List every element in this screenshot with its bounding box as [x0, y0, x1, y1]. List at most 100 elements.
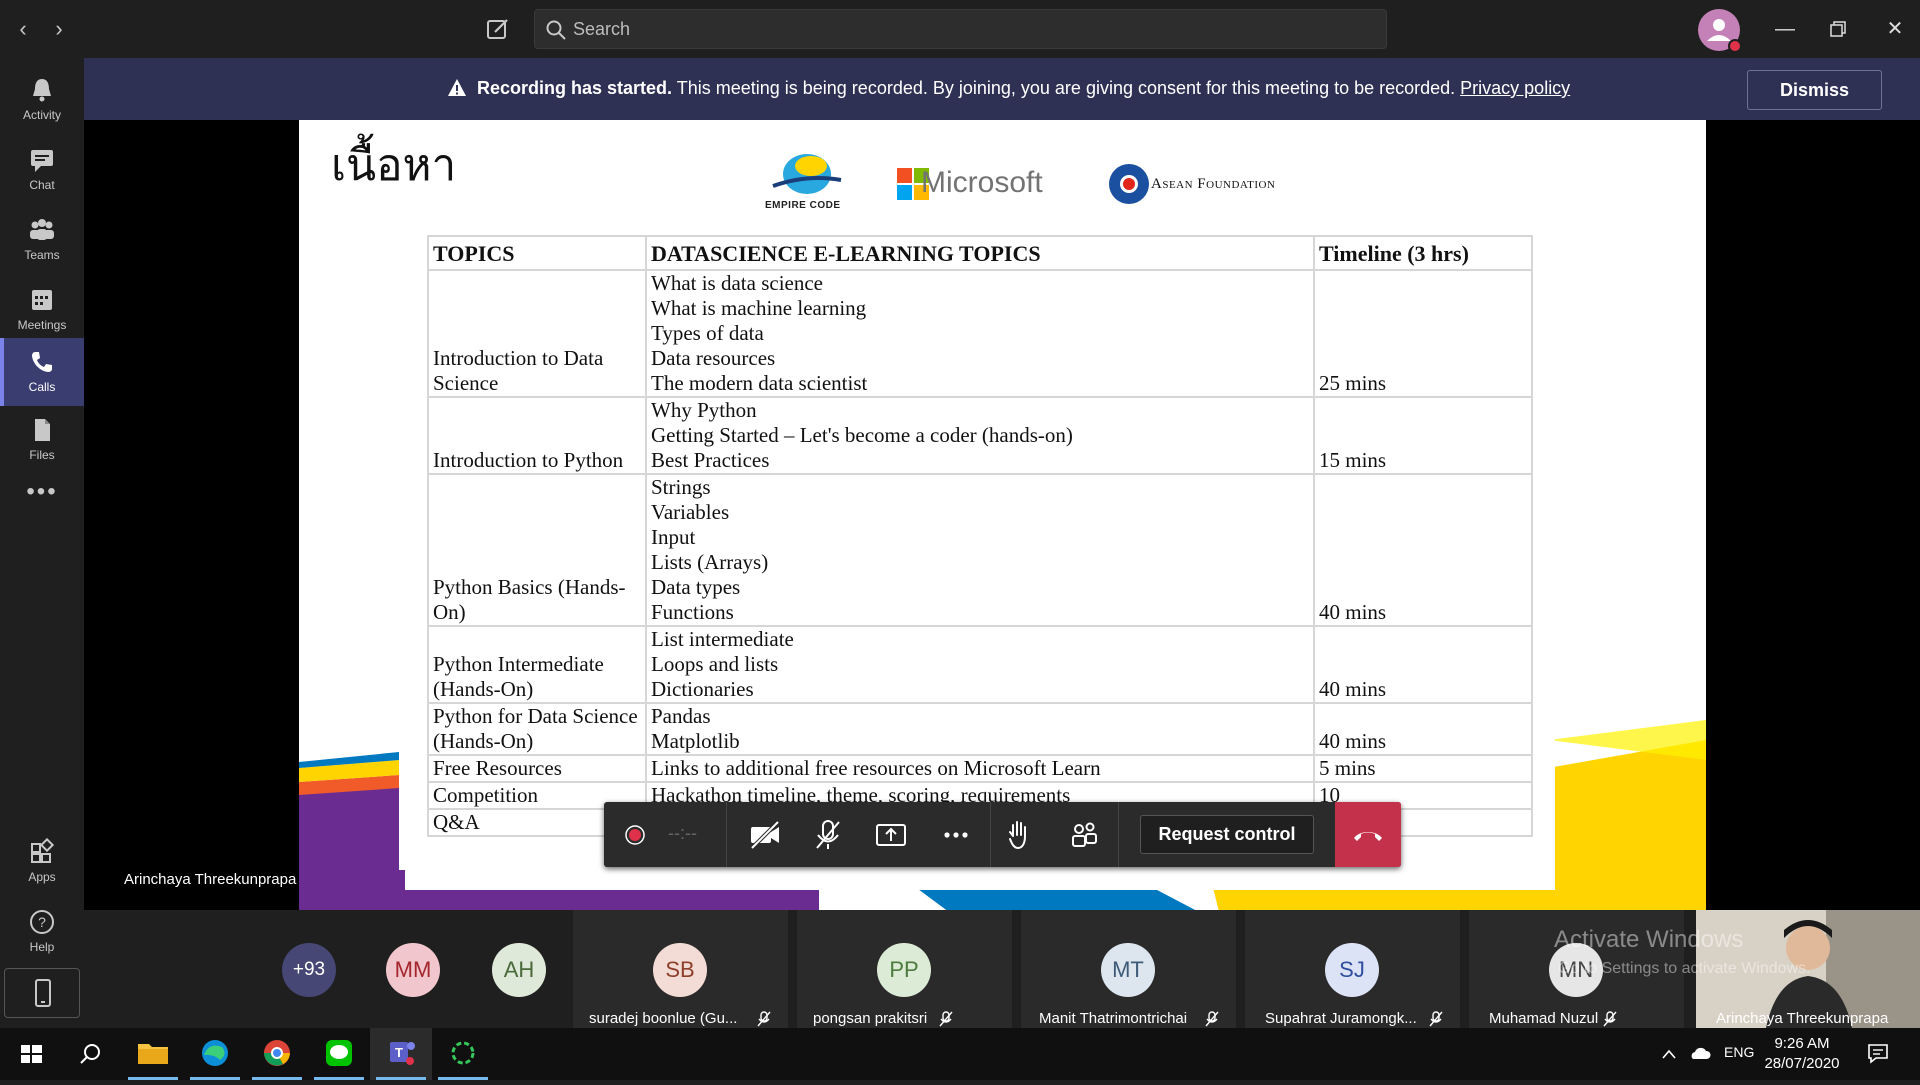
microsoft-wordmark: Microsoft [921, 166, 1043, 199]
participant-tile[interactable]: PP pongsan prakitsri [797, 910, 1012, 1028]
rail-item-activity[interactable]: Activity [0, 66, 84, 134]
chat-icon [31, 150, 53, 172]
rail-item-files[interactable]: Files [0, 406, 84, 474]
muted-mic-icon [1603, 1011, 1617, 1027]
taskbar-chrome[interactable] [246, 1028, 308, 1080]
compose-icon[interactable] [485, 16, 513, 44]
camera-off-button[interactable] [746, 816, 784, 854]
taskbar-recorder[interactable] [432, 1028, 494, 1080]
warning-icon [448, 79, 466, 96]
raise-hand-icon [1009, 821, 1026, 850]
content-cell: List intermediate Loops and lists Dictiona… [645, 625, 1315, 704]
app-rail: Activity Chat Teams Meetings Calls Files… [0, 58, 84, 1028]
participant-name: Manit Thatrimontrichai [1039, 1010, 1188, 1027]
mic-off-button[interactable] [809, 816, 847, 854]
language-indicator[interactable]: ENG [1724, 1044, 1754, 1060]
clock-date: 28/07/2020 [1764, 1055, 1840, 1072]
chevron-up-icon[interactable] [1660, 1046, 1678, 1062]
back-arrow-icon[interactable]: ‹ [10, 16, 36, 42]
content-item: Strings [651, 475, 711, 499]
taskbar-search-button[interactable] [60, 1028, 122, 1080]
rail-item-more[interactable]: ••• [0, 468, 84, 518]
table-body: Introduction to Data Science What is data… [427, 269, 1533, 837]
restore-icon[interactable] [1823, 14, 1853, 44]
search-icon [80, 1044, 100, 1064]
content-item: Functions [651, 600, 734, 624]
rail-item-apps[interactable]: Apps [0, 828, 84, 896]
column-header-topics: TOPICS [427, 235, 647, 271]
clock-time: 9:26 AM [1774, 1035, 1830, 1052]
participant-tile[interactable]: MT Manit Thatrimontrichai [1021, 910, 1236, 1028]
rail-item-meetings[interactable]: Meetings [0, 276, 84, 344]
close-icon[interactable]: ✕ [1880, 14, 1910, 44]
sponsor-logos: EMPIRE CODE Microsoft Asean Foundation [759, 152, 1319, 212]
participant-avatar-small[interactable]: MM [386, 943, 440, 997]
taskbar-edge[interactable] [184, 1028, 246, 1080]
windows-taskbar: T ENG 9:26 AM 28/07/2020 [0, 1028, 1920, 1080]
minimize-icon[interactable]: — [1770, 14, 1800, 44]
participant-name: pongsan prakitsri [813, 1010, 928, 1027]
clock[interactable]: 9:26 AM 28/07/2020 [1752, 1034, 1852, 1074]
rail-item-teams[interactable]: Teams [0, 206, 84, 274]
content-item: Links to additional free resources on Mi… [651, 756, 1101, 780]
hang-up-button[interactable] [1335, 802, 1401, 867]
participant-name: Supahrat Juramongk... [1265, 1010, 1417, 1027]
asean-foundation-logo [1109, 164, 1149, 204]
more-icon [944, 832, 968, 838]
content-cell: Why Python Getting Started – Let's become… [645, 396, 1315, 475]
column-header-elearning-topics: DATASCIENCE E-LEARNING TOPICS [645, 235, 1315, 271]
notifications-icon[interactable] [1866, 1042, 1890, 1064]
content-item: Matplotlib [651, 729, 740, 753]
content-cell: Strings Variables Input Lists (Arrays) Data … [645, 473, 1315, 627]
forward-arrow-icon[interactable]: › [46, 16, 72, 42]
participants-overflow-badge[interactable]: +93 [282, 943, 336, 997]
share-button[interactable] [872, 816, 910, 854]
slide-title: เนื้อหา [331, 140, 457, 191]
rail-item-help[interactable]: ? Help [0, 898, 84, 966]
topic-cell: Introduction to Data Science [427, 269, 647, 398]
presenter-name: Arinchaya Threekunprapa [124, 871, 297, 888]
device-settings-button[interactable] [4, 968, 80, 1018]
dismiss-button[interactable]: Dismiss [1747, 70, 1882, 110]
content-item: List intermediate [651, 627, 794, 651]
rail-item-calls[interactable]: Calls [0, 338, 84, 406]
onedrive-cloud-icon[interactable] [1688, 1044, 1712, 1062]
request-control-button[interactable]: Request control [1140, 815, 1314, 854]
privacy-policy-link[interactable]: Privacy policy [1460, 78, 1570, 98]
raise-hand-button[interactable] [1000, 816, 1038, 854]
rail-item-label: Activity [22, 108, 61, 122]
help-icon: ? [30, 910, 54, 934]
search-placeholder: Search [573, 19, 631, 39]
svg-text:T: T [395, 1045, 403, 1060]
topic-cell: Python Basics (Hands-On) [427, 473, 647, 627]
file-icon [35, 419, 50, 441]
teams-app-icon: T [390, 1042, 415, 1065]
content-item: What is machine learning [651, 296, 867, 320]
recording-message: Recording has started. This meeting is b… [477, 78, 1570, 99]
topic-cell: Introduction to Python [427, 396, 647, 475]
start-button[interactable] [0, 1028, 62, 1080]
participant-tile[interactable]: SB suradej boonlue (Gu... [573, 910, 788, 1028]
topic-cell: Python Intermediate (Hands-On) [427, 625, 647, 704]
search-input[interactable]: Search [534, 9, 1387, 49]
taskbar-line[interactable] [308, 1028, 370, 1080]
participants-button[interactable] [1065, 816, 1103, 854]
participant-avatar: SB [653, 943, 707, 997]
rail-item-chat[interactable]: Chat [0, 136, 84, 204]
taskbar-file-explorer[interactable] [122, 1028, 184, 1080]
timeline-cell: 40 mins [1313, 702, 1533, 756]
topic-cell: Python for Data Science (Hands-On) [427, 702, 647, 756]
mic-off-icon [816, 820, 840, 849]
mobile-device-icon [35, 979, 51, 1007]
taskbar-teams[interactable]: T [370, 1028, 432, 1080]
hang-up-icon [1354, 832, 1382, 841]
empire-code-logo [772, 154, 842, 194]
self-name-label: Arinchaya Threekunprapa [1716, 1010, 1889, 1027]
rail-item-label: Apps [28, 870, 56, 884]
recording-indicator-icon [616, 816, 654, 854]
participant-tile[interactable]: SJ Supahrat Juramongk... [1245, 910, 1460, 1028]
more-actions-button[interactable] [937, 816, 975, 854]
participant-avatar-small[interactable]: AH [492, 943, 546, 997]
table-row: Free Resources Links to additional free r… [427, 754, 1533, 783]
profile-avatar[interactable] [1698, 9, 1742, 53]
